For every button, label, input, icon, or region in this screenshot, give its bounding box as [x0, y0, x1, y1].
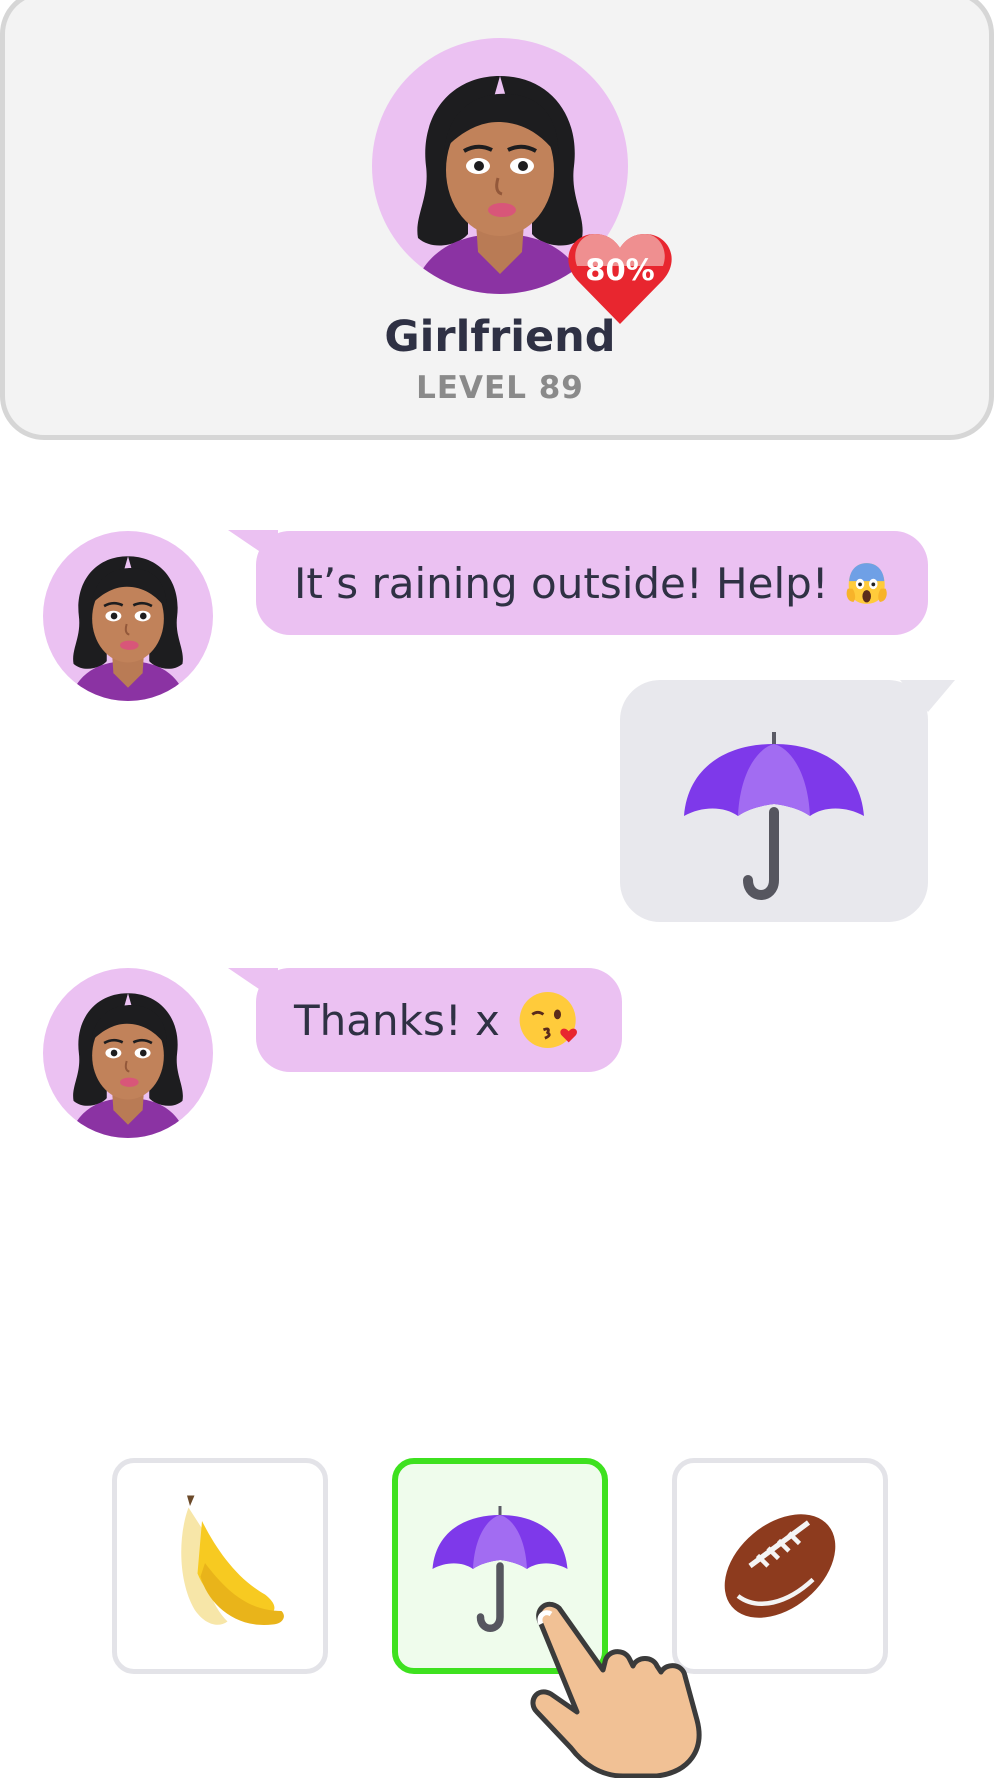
- banana-icon: [145, 1491, 295, 1641]
- choice-banana[interactable]: [112, 1458, 328, 1674]
- face-screaming-in-fear-icon: [843, 544, 890, 622]
- message-text: It’s raining outside! Help!: [294, 558, 829, 608]
- character-avatar: [43, 531, 213, 701]
- message-bubble-character: It’s raining outside! Help!: [256, 531, 928, 635]
- american-football-icon: [705, 1491, 855, 1641]
- message-text: Thanks! x: [294, 995, 500, 1045]
- message-bubble-character: Thanks! x: [256, 968, 622, 1072]
- character-name: Girlfriend: [384, 312, 616, 362]
- message-bubble-player: [620, 680, 928, 922]
- pointing-hand-icon: [530, 1601, 702, 1778]
- face-blowing-kiss-icon: [514, 981, 584, 1059]
- character-avatar: [43, 968, 213, 1138]
- umbrella-icon: [674, 712, 874, 912]
- affection-percent: 80%: [585, 253, 655, 287]
- character-level: LEVEL 89: [416, 370, 584, 406]
